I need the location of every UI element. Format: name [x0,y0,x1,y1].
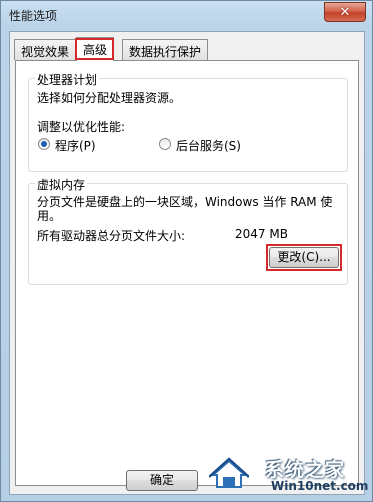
tab-label: 视觉效果 [21,45,70,59]
processor-scheduling-group: 处理器计划 选择如何分配处理器资源。 调整以优化性能: 程序(P) 后台服务(S… [28,71,348,172]
radio-background-services-label[interactable]: 后台服务(S) [176,137,241,154]
group-title: 处理器计划 [35,71,100,88]
radio-background-services[interactable] [159,138,171,150]
close-icon: ✕ [339,4,351,20]
change-button[interactable]: 更改(C)... [269,247,339,268]
advanced-tab-panel: 处理器计划 选择如何分配处理器资源。 调整以优化性能: 程序(P) 后台服务(S… [15,60,359,486]
group-title: 虚拟内存 [35,176,88,193]
radio-programs-label[interactable]: 程序(P) [55,137,96,154]
virtual-memory-description: 分页文件是硬盘上的一块区域，Windows 当作 RAM 使 [37,195,333,209]
tab-data-execution-prevention[interactable]: 数据执行保护 [122,39,209,60]
close-button[interactable]: ✕ [324,2,366,22]
tab-label: 高级 [83,43,108,57]
virtual-memory-description-cont: 用。 [37,209,62,223]
dialog-client-area: 视觉效果 高级 数据执行保护 处理器计划 选择如何分配处理器资源。 调整以优化性… [9,31,365,495]
optimize-label: 调整以优化性能: [37,120,126,134]
processor-description: 选择如何分配处理器资源。 [37,91,182,105]
watermark-url: Win10net.com [271,479,369,493]
paging-file-total-label: 所有驱动器总分页文件大小: [37,229,186,243]
watermark: 系统之家 Win10net.com [207,453,371,499]
paging-file-total-value: 2047 MB [235,227,288,241]
performance-options-window: 性能选项 ✕ 视觉效果 高级 数据执行保护 处理器计划 选择如何分配处理器资源。… [0,0,373,502]
house-logo-icon [209,457,249,488]
watermark-title: 系统之家 [265,459,346,481]
window-title: 性能选项 [9,9,58,23]
ok-button[interactable]: 确定 [126,470,198,491]
virtual-memory-group: 虚拟内存 分页文件是硬盘上的一块区域，Windows 当作 RAM 使 用。 所… [28,176,348,285]
tab-advanced[interactable]: 高级 [76,37,115,61]
title-bar[interactable]: 性能选项 ✕ [1,1,372,31]
radio-programs[interactable] [38,138,50,150]
tab-label: 数据执行保护 [129,45,202,59]
tab-visual-effects[interactable]: 视觉效果 [14,39,77,60]
